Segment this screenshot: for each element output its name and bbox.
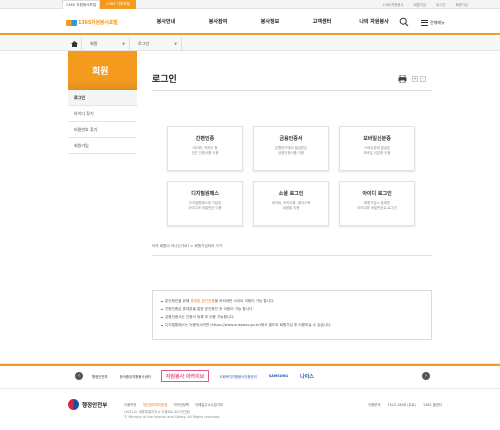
notice-item: 디지털원패스는 이용하시려면 (https://www.onepass.go.k… xyxy=(161,321,423,329)
hamburger-icon xyxy=(421,19,428,26)
top-utility-bar: 1365 자원봉사포털 1365 기부포털 1365자원봉사 회원가입 로그인 … xyxy=(0,0,500,9)
logo-mark-icon xyxy=(66,19,77,26)
footer-link-copyright[interactable]: 저작권정책 xyxy=(173,402,189,407)
partner-list: 행정안전부 한국중앙자원봉사센터 자원봉사 아카이브 사회복지자원봉사인증관리 … xyxy=(90,370,316,382)
menu-item-my-volunteer[interactable]: 나의 자원봉사 xyxy=(348,10,400,35)
contact-label: 이용문의 xyxy=(368,403,381,407)
tab-volunteer-portal[interactable]: 1365 자원봉사포털 xyxy=(62,0,100,9)
login-card-simple-auth[interactable]: 간편인증 네이버, 카카오 등 민간 인증서를 이용 xyxy=(167,126,243,171)
sidebar-item-join[interactable]: 회원가입 xyxy=(68,138,137,154)
card-title: 금융인증서 xyxy=(279,136,303,142)
sidebar-item-login[interactable]: 로그인 xyxy=(68,90,137,106)
login-card-digital-onepass[interactable]: 디지털원패스 디지털원패스에 가입한 아이디와 비밀번호 이용 xyxy=(167,181,243,226)
card-description: 은행창구에서 발급받은 금융인증서를 이용 xyxy=(274,146,308,155)
login-notice-box: 본인확인을 위해 휴대폰 본인인증을 하셔야만 사이트 이용이 가능 합니다. … xyxy=(152,290,432,340)
card-title: 아이디 로그인 xyxy=(362,191,392,197)
footer-link-terms[interactable]: 이용약관 xyxy=(124,402,136,407)
chevron-down-icon: ▼ xyxy=(174,42,177,46)
logo-text: 1365자원봉사포털 xyxy=(78,20,118,26)
card-description: 스마트폰에 발급된 모바일 신분증 이용 xyxy=(363,146,391,155)
zoom-in-button[interactable]: + xyxy=(412,76,418,82)
sidebar-item-find-password[interactable]: 비밀번호 찾기 xyxy=(68,122,137,138)
partner-banner: ‹ 행정안전부 한국중앙자원봉사센터 자원봉사 아카이브 사회복지자원봉사인증관… xyxy=(0,363,500,389)
notice-highlight: 휴대폰 본인인증 xyxy=(190,299,215,303)
main-menu: 봉사안내 봉사참여 봉사정보 고객센터 나의 자원봉사 xyxy=(140,10,400,35)
menu-item-guide[interactable]: 봉사안내 xyxy=(140,10,192,35)
login-card-id[interactable]: 아이디 로그인 회원가입시 등록한 아이디와 비밀번호로 로그인 xyxy=(339,181,415,226)
chevron-down-icon: ▼ xyxy=(122,42,125,46)
breadcrumb-item-login[interactable]: 로그인 ▼ xyxy=(130,37,182,51)
partner-logo[interactable]: 행정안전부 xyxy=(90,370,110,382)
card-title: 디지털원패스 xyxy=(191,191,219,197)
site-logo[interactable]: 1365자원봉사포털 xyxy=(66,18,118,27)
zoom-controls: + - xyxy=(412,76,426,82)
partner-logo[interactable]: 한국중앙자원봉사센터 xyxy=(118,370,153,382)
tab-donation-portal[interactable]: 1365 기부포털 xyxy=(100,0,136,9)
footer-links: 이용약관 개인정보처리방침 저작권정책 이메일주소수집거부 xyxy=(124,402,223,407)
card-description: 네이버, 카카오 등 민간 인증서를 이용 xyxy=(191,146,219,155)
card-description: 디지털원패스에 가입한 아이디와 비밀번호 이용 xyxy=(188,201,222,210)
breadcrumb-label: 로그인 xyxy=(138,41,150,46)
breadcrumb: 회원 ▼ 로그인 ▼ xyxy=(0,37,500,51)
all-menu-button[interactable]: 전체메뉴 xyxy=(421,18,445,27)
footer-address: (30112) 세종특별자치시 도움6로 42(어진동) © Ministry … xyxy=(124,410,221,419)
menu-item-participate[interactable]: 봉사참여 xyxy=(192,10,244,35)
notice-item: 본인확인을 위해 휴대폰 본인인증을 하셔야만 사이트 이용이 가능 합니다. xyxy=(161,297,423,305)
section-title: 회원 xyxy=(68,51,137,90)
partner-logo[interactable]: 자원봉사 아카이브 xyxy=(160,370,210,382)
util-link-login[interactable]: 로그인 xyxy=(436,2,445,7)
join-prompt-link[interactable]: 아직 회원이 아니신가요? > 회원가입하러 가기 xyxy=(152,244,432,249)
contact-phone: 1522-3658 (유료) xyxy=(387,403,416,407)
util-link-join[interactable]: 회원가입 xyxy=(456,2,468,7)
footer-link-privacy[interactable]: 개인정보처리방침 xyxy=(142,402,167,407)
login-card-social[interactable]: 소셜 로그인 네이버, 카카오톡, 페이스북 계정을 이용 xyxy=(253,181,329,226)
breadcrumb-home[interactable] xyxy=(68,37,82,51)
login-method-grid: 간편인증 네이버, 카카오 등 민간 인증서를 이용 금융인증서 은행창구에서 발… xyxy=(167,126,421,226)
footer-link-email-refusal[interactable]: 이메일주소수집거부 xyxy=(195,402,223,407)
menu-item-info[interactable]: 봉사정보 xyxy=(244,10,296,35)
all-menu-label: 전체메뉴 xyxy=(430,19,445,25)
util-link-1[interactable]: 1365자원봉사 xyxy=(383,2,404,7)
partner-logo[interactable]: SAMSUNG xyxy=(267,370,290,382)
breadcrumb-item-member[interactable]: 회원 ▼ xyxy=(82,37,130,51)
card-title: 모바일신분증 xyxy=(363,136,391,142)
chevron-right-icon[interactable]: › xyxy=(422,372,430,380)
home-icon xyxy=(71,41,78,47)
search-icon[interactable] xyxy=(399,17,409,27)
page-title: 로그인 xyxy=(152,75,177,85)
footer-org-name: 행정안전부 xyxy=(82,402,108,409)
card-title: 소셜 로그인 xyxy=(278,191,304,197)
notice-item: 간편인증은 휴대폰을 통한 본인확인 후 이용이 가능 합니다. xyxy=(161,305,423,313)
partner-logo[interactable]: 나이스 xyxy=(298,370,316,382)
contact-center: 1365 콜센터 xyxy=(422,403,443,407)
util-link-2[interactable]: 회원가입 xyxy=(414,2,426,7)
divider xyxy=(152,255,432,256)
print-icon[interactable] xyxy=(398,75,407,83)
sidebar-item-find-id[interactable]: 아이디 찾기 xyxy=(68,106,137,122)
card-title: 간편인증 xyxy=(195,136,215,142)
footer: 행정안전부 이용약관 개인정보처리방침 저작권정책 이메일주소수집거부 (301… xyxy=(0,391,500,430)
page-tools: + - xyxy=(398,75,426,83)
global-navigation: 1365자원봉사포털 봉사안내 봉사참여 봉사정보 고객센터 나의 자원봉사 전… xyxy=(0,10,500,35)
sidebar: 로그인 아이디 찾기 비밀번호 찾기 회원가입 xyxy=(68,90,137,154)
menu-item-support[interactable]: 고객센터 xyxy=(296,10,348,35)
login-card-financial-cert[interactable]: 금융인증서 은행창구에서 발급받은 금융인증서를 이용 xyxy=(253,126,329,171)
partner-logo[interactable]: 사회복지자원봉사인증관리 xyxy=(217,370,258,382)
chevron-left-icon[interactable]: ‹ xyxy=(75,372,83,380)
card-description: 회원가입시 등록한 아이디와 비밀번호로 로그인 xyxy=(357,201,397,210)
card-description: 네이버, 카카오톡, 페이스북 계정을 이용 xyxy=(271,201,311,210)
footer-logo: 행정안전부 xyxy=(68,399,107,410)
title-divider xyxy=(152,90,432,91)
government-emblem-icon xyxy=(68,399,79,410)
accent-line xyxy=(0,364,500,366)
utility-links: 1365자원봉사 회원가입 로그인 회원가입 xyxy=(383,0,468,9)
zoom-out-button[interactable]: - xyxy=(420,76,426,82)
footer-contact: 이용문의 1522-3658 (유료) 1365 콜센터 xyxy=(368,402,442,407)
breadcrumb-label: 회원 xyxy=(90,41,98,46)
notice-item: 금융인증서는 인증서 등록 후 이용 가능합니다. xyxy=(161,313,423,321)
login-card-mobile-id[interactable]: 모바일신분증 스마트폰에 발급된 모바일 신분증 이용 xyxy=(339,126,415,171)
